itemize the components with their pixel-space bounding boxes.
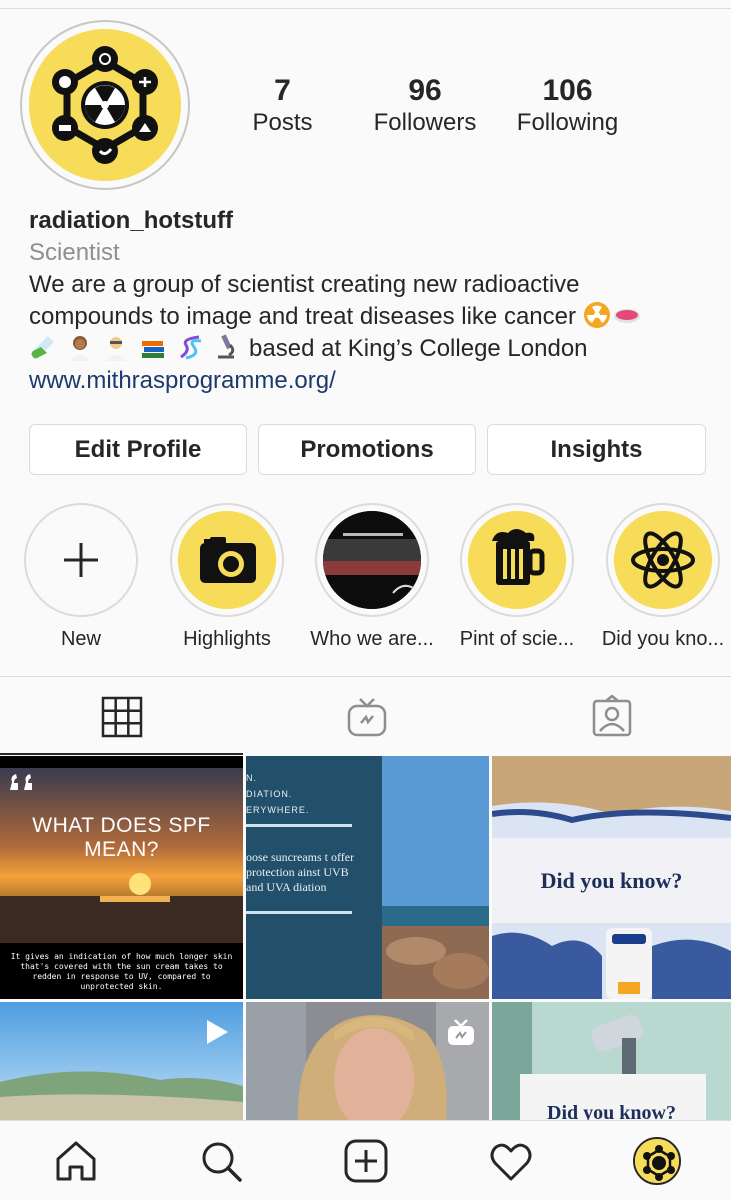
highlight-label: Highlights bbox=[183, 628, 271, 650]
video-thumbnail bbox=[323, 511, 421, 609]
woman-scientist-emoji-icon bbox=[66, 333, 94, 361]
profile-website-link[interactable]: www.mithrasprogramme.org/ bbox=[29, 365, 709, 397]
add-post-icon[interactable] bbox=[342, 1137, 390, 1185]
edit-profile-button[interactable]: Edit Profile bbox=[29, 424, 247, 475]
bio-line-1: We are a group of scientist creating new… bbox=[29, 269, 709, 301]
radiation-logo-icon bbox=[29, 29, 181, 181]
bio-text-1: We are a group of scientist creating new… bbox=[29, 271, 580, 298]
highlight-new[interactable]: New bbox=[16, 503, 146, 652]
followers-number: 96 bbox=[408, 74, 442, 107]
did-you-know-title: Did you know? bbox=[547, 1102, 676, 1120]
plus-icon bbox=[32, 511, 130, 609]
following-number: 106 bbox=[542, 74, 593, 107]
post-tile-video-beach[interactable] bbox=[0, 1002, 243, 1120]
bio-text-2: compounds to image and treat diseases li… bbox=[29, 303, 576, 330]
beer-icon bbox=[468, 511, 566, 609]
highlight-highlights[interactable]: Highlights bbox=[162, 503, 292, 652]
highlight-label: Pint of scie... bbox=[459, 628, 575, 650]
bio-line-2: compounds to image and treat diseases li… bbox=[29, 301, 709, 333]
bottom-navigation bbox=[0, 1120, 731, 1200]
top-divider bbox=[0, 8, 731, 9]
radioactive-emoji-icon bbox=[583, 301, 611, 329]
grid-icon[interactable] bbox=[100, 695, 144, 739]
spf-caption: It gives an indication of how much longe… bbox=[10, 952, 233, 991]
igtv-icon[interactable] bbox=[345, 695, 389, 739]
microscope-emoji-icon bbox=[212, 333, 240, 361]
man-scientist-emoji-icon bbox=[102, 333, 130, 361]
post-tile-suncreams[interactable]: N. DIATION. ERYWHERE. oose suncreams t o… bbox=[246, 756, 489, 999]
followers-label: Followers bbox=[373, 109, 477, 136]
suncream-body: oose suncreams t offer protection ainst … bbox=[246, 850, 355, 894]
tabs-divider bbox=[0, 676, 731, 677]
did-you-know-title: Did you know? bbox=[540, 868, 683, 893]
dna-emoji-icon bbox=[176, 333, 204, 361]
heart-icon[interactable] bbox=[487, 1137, 535, 1185]
highlight-label: New bbox=[60, 628, 101, 650]
following-count[interactable]: 106 Following bbox=[505, 74, 630, 138]
post-tile-did-you-know-1[interactable]: Did you know? bbox=[492, 756, 731, 999]
bio-text-3: based at King’s College London bbox=[249, 335, 588, 362]
posts-number: 7 bbox=[274, 74, 291, 107]
post-tile-igtv-person[interactable] bbox=[246, 1002, 489, 1120]
video-play-icon bbox=[207, 1020, 228, 1044]
camera-icon bbox=[178, 511, 276, 609]
suncream-heading-line: ERYWHERE. bbox=[246, 805, 310, 815]
home-icon[interactable] bbox=[52, 1137, 100, 1185]
highlight-who-we-are[interactable]: Who we are... bbox=[307, 503, 437, 652]
post-tile-did-you-know-2[interactable]: Did you know? bbox=[492, 1002, 731, 1120]
profile-avatar[interactable] bbox=[20, 20, 190, 190]
highlight-did-you-know[interactable]: Did you kno... bbox=[598, 503, 728, 652]
promotions-button[interactable]: Promotions bbox=[258, 424, 476, 475]
profile-bio: radiation_hotstuff Scientist We are a gr… bbox=[29, 205, 709, 397]
bio-line-3: based at King’s College London bbox=[29, 333, 709, 365]
active-tab-indicator bbox=[0, 753, 243, 755]
post-tile-spf[interactable]: WHAT DOES SPF MEAN? It gives an indicati… bbox=[0, 756, 243, 999]
following-label: Following bbox=[516, 109, 619, 136]
profile-username: radiation_hotstuff bbox=[29, 207, 233, 234]
followers-count[interactable]: 96 Followers bbox=[360, 74, 490, 138]
petri-dish-emoji-icon bbox=[613, 301, 641, 329]
posts-count[interactable]: 7 Posts bbox=[240, 74, 325, 138]
books-emoji-icon bbox=[139, 333, 167, 361]
spf-title: WHAT DOES SPF MEAN? bbox=[32, 814, 211, 861]
search-icon[interactable] bbox=[197, 1137, 245, 1185]
highlight-label: Did you kno... bbox=[601, 628, 725, 650]
suncream-heading-line: DIATION. bbox=[246, 789, 293, 799]
profile-category: Scientist bbox=[29, 239, 120, 266]
posts-label: Posts bbox=[252, 109, 313, 136]
highlight-label: Who we are... bbox=[310, 628, 434, 650]
igtv-badge-icon bbox=[448, 1019, 474, 1045]
suncream-heading: N. DIATION. ERYWHERE. bbox=[246, 770, 489, 818]
profile-avatar-icon[interactable] bbox=[633, 1137, 681, 1185]
suncream-heading-line: N. bbox=[246, 773, 257, 783]
insights-button[interactable]: Insights bbox=[487, 424, 706, 475]
atom-icon bbox=[614, 511, 712, 609]
tagged-icon[interactable] bbox=[590, 695, 634, 739]
highlight-pint-of-science[interactable]: Pint of scie... bbox=[452, 503, 582, 652]
test-tube-emoji-icon bbox=[29, 333, 57, 361]
